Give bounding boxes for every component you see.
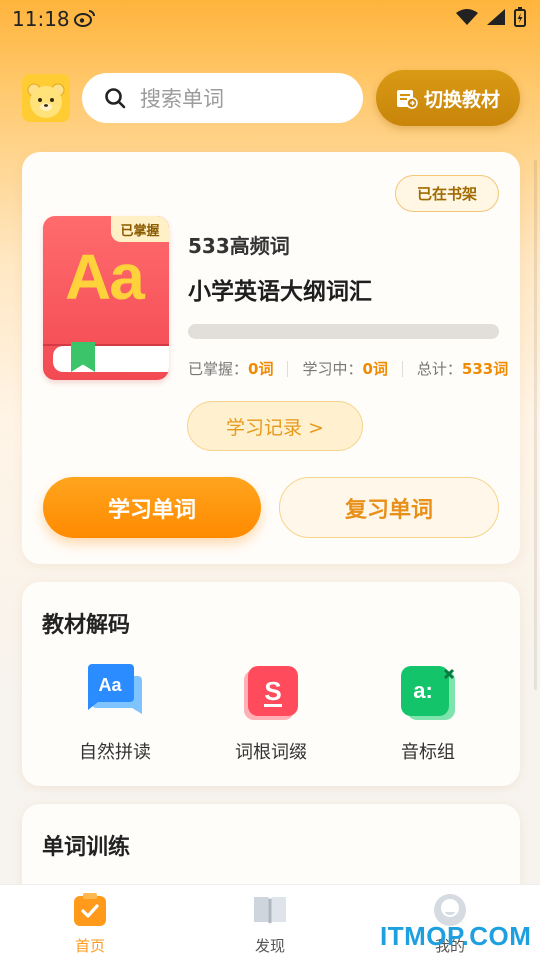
svg-text:a:: a:: [413, 678, 433, 703]
stat-mastered-label: 已掌握：: [188, 360, 249, 378]
tool-phonetic-group-label: 音标组: [401, 742, 455, 763]
nav-home-label: 首页: [74, 937, 105, 955]
book-subtitle: 533高频词: [188, 234, 290, 258]
stat-total-label: 总计：: [416, 360, 462, 378]
stat-total-value: 533词: [461, 360, 509, 378]
nav-discover-label: 发现: [254, 937, 285, 955]
book-cover-text: Aa: [65, 241, 145, 313]
training-section-title: 单词训练: [42, 835, 131, 860]
book-stats: 已掌握： 0词 学习中： 0词 总计： 533词: [188, 358, 508, 379]
avatar[interactable]: [22, 74, 70, 122]
book-cover[interactable]: Aa 已掌握: [43, 216, 169, 380]
decode-section-title: 教材解码: [42, 613, 131, 638]
svg-text:S: S: [264, 676, 281, 706]
search-icon: [105, 88, 126, 109]
weibo-icon: [74, 10, 95, 27]
stat-divider: [401, 360, 403, 377]
svg-text:Aa: Aa: [98, 675, 122, 695]
review-words-button[interactable]: 复习单词: [279, 477, 499, 538]
stat-divider: [287, 360, 289, 377]
textbook-switch-icon: [396, 90, 418, 109]
status-time: 11:18: [12, 7, 70, 31]
stat-mastered-value: 0词: [248, 360, 274, 378]
tool-roots-affixes[interactable]: S 词根词缀: [211, 664, 331, 764]
study-words-button[interactable]: 学习单词: [43, 477, 261, 538]
search-input[interactable]: 搜索单词: [82, 73, 363, 123]
book-open-icon: [254, 897, 286, 925]
study-progress-bar: [188, 324, 499, 339]
cover-mastered-badge: 已掌握: [111, 216, 169, 242]
watermark-logo: ITMOP.COM: [380, 921, 532, 951]
book-pages: [53, 346, 169, 372]
tool-phonics-label: 自然拼读: [79, 742, 151, 763]
study-record-button[interactable]: 学习记录 >: [187, 401, 363, 451]
aa-chat-icon: Aa: [88, 664, 142, 714]
bear-avatar-icon: [22, 74, 70, 122]
switch-textbook-label: 切换教材: [423, 88, 500, 111]
stat-learning-label: 学习中：: [302, 360, 363, 378]
wifi-icon: [456, 9, 478, 25]
home-check-icon: [74, 893, 106, 926]
tool-phonics[interactable]: Aa 自然拼读: [55, 664, 175, 764]
battery-icon: [514, 7, 526, 27]
switch-textbook-button[interactable]: 切换教材: [376, 70, 520, 126]
nav-home[interactable]: 首页: [45, 893, 135, 956]
s-card-icon: S: [244, 666, 298, 720]
search-placeholder: 搜索单词: [140, 87, 224, 111]
stat-learning-value: 0词: [362, 360, 388, 378]
tool-phonetic-group[interactable]: a: 音标组: [368, 664, 488, 764]
scrollbar[interactable]: [534, 160, 537, 690]
nav-discover[interactable]: 发现: [225, 893, 315, 956]
signal-icon: [487, 9, 505, 25]
shelf-status-badge[interactable]: 已在书架: [395, 175, 499, 212]
phonetic-icon: a:: [401, 666, 455, 720]
tool-roots-affixes-label: 词根词缀: [235, 742, 307, 763]
book-title: 小学英语大纲词汇: [188, 279, 372, 305]
status-bar: 11:18: [0, 0, 540, 36]
